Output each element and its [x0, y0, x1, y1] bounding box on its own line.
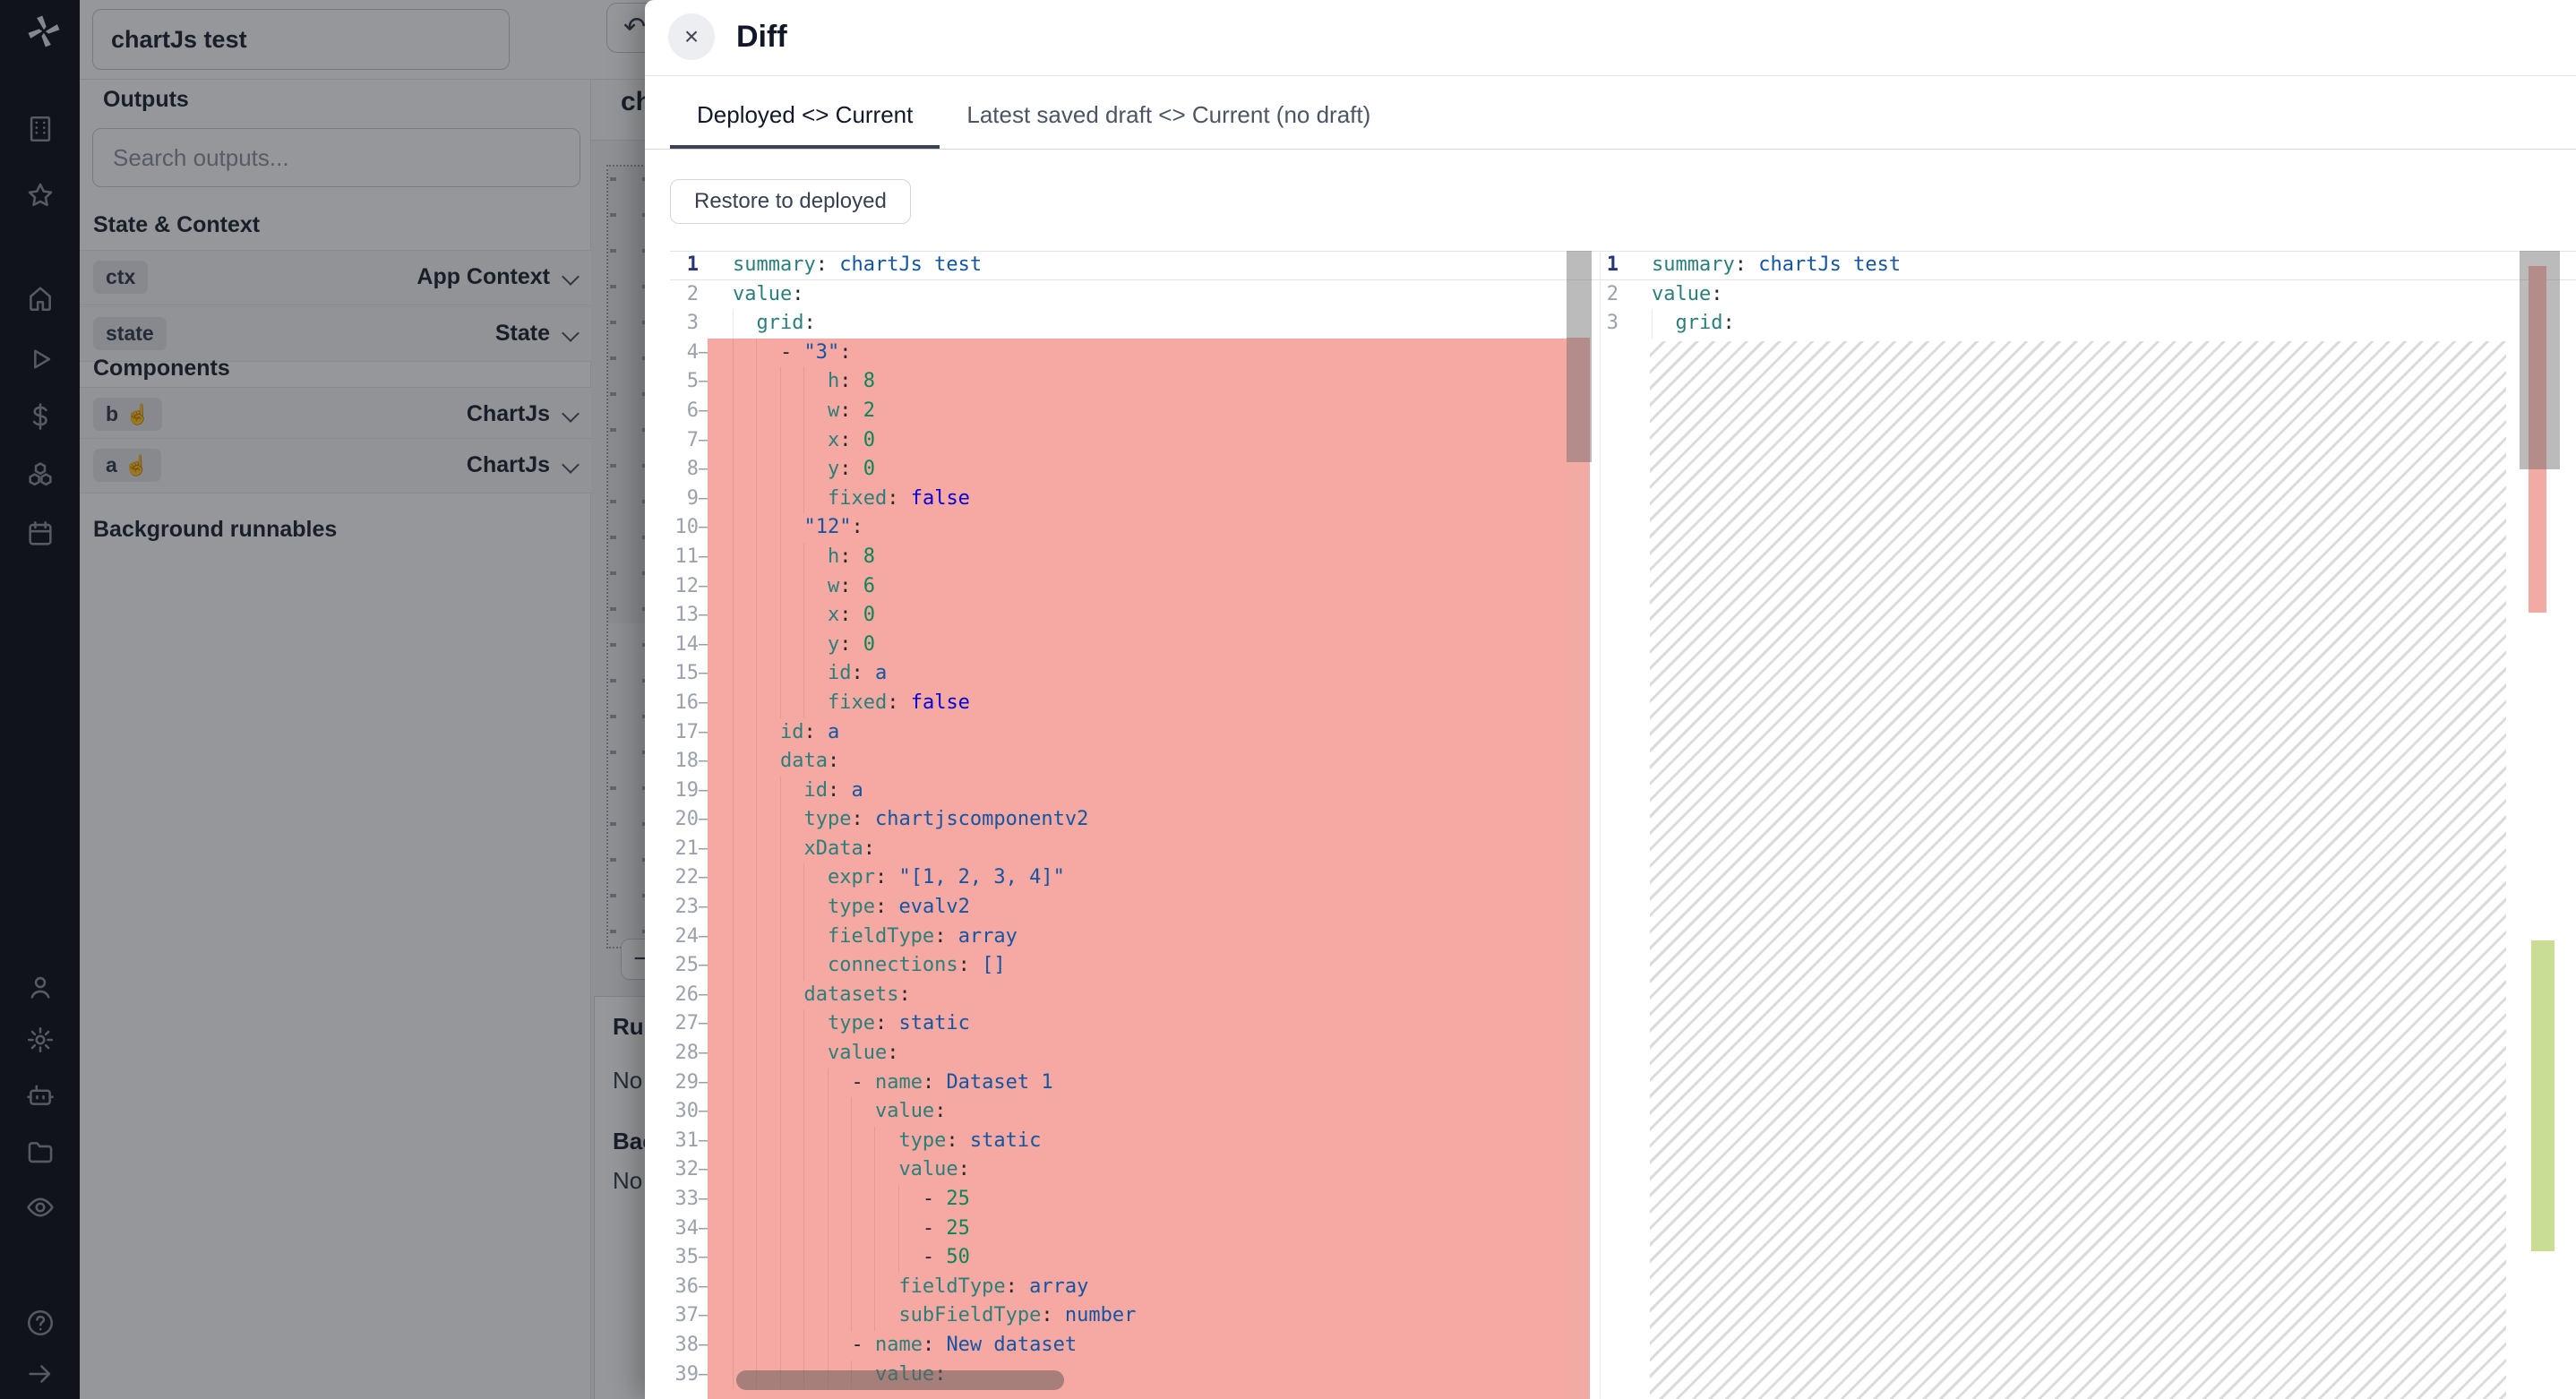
- code-line: 22– expr: "[1, 2, 3, 4]": [670, 863, 1600, 893]
- code-line: 33– - 25: [670, 1185, 1600, 1214]
- line-number-gutter: 6–: [670, 397, 708, 426]
- code-line: 10– "12":: [670, 513, 1600, 543]
- line-number-gutter: 5–: [670, 367, 708, 397]
- line-number-gutter: 21–: [670, 835, 708, 864]
- line-number-gutter: 38–: [670, 1331, 708, 1360]
- code-line: 12– w: 6: [670, 572, 1600, 602]
- code-line: 27– type: static: [670, 1009, 1600, 1039]
- restore-to-deployed-button[interactable]: Restore to deployed: [670, 179, 911, 224]
- removed-lines-placeholder: [1650, 341, 2506, 1399]
- code-line: 28– value:: [670, 1039, 1600, 1069]
- line-number-gutter: 18–: [670, 747, 708, 777]
- line-number-gutter: 19–: [670, 777, 708, 806]
- line-number-gutter: 33–: [670, 1185, 708, 1214]
- line-number-gutter: 3: [1601, 309, 1619, 339]
- line-number-gutter: 3: [670, 309, 708, 339]
- overview-ruler-added: [2531, 940, 2555, 1251]
- code-line: 3 grid:: [670, 309, 1600, 339]
- line-number-gutter: 11–: [670, 543, 708, 572]
- diff-tabs: Deployed <> CurrentLatest saved draft <>…: [645, 76, 2576, 150]
- code-line: 38– - name: New dataset: [670, 1331, 1600, 1360]
- line-number-gutter: 4–: [670, 339, 708, 368]
- code-line: 15– id: a: [670, 659, 1600, 689]
- line-number-gutter: 13–: [670, 601, 708, 631]
- tab-draft-current[interactable]: Latest saved draft <> Current (no draft): [940, 101, 1397, 149]
- code-line: 4– - "3":: [670, 339, 1600, 368]
- right-scrollbar-thumb[interactable]: [2520, 251, 2560, 469]
- line-number-gutter: 7–: [670, 426, 708, 456]
- code-line: 31– type: static: [670, 1127, 1600, 1156]
- code-line: 8– y: 0: [670, 455, 1600, 485]
- line-number-gutter: 15–: [670, 659, 708, 689]
- line-number-gutter: 22–: [670, 863, 708, 893]
- line-number-gutter: 2: [1601, 280, 1619, 310]
- line-number-gutter: 23–: [670, 893, 708, 923]
- code-line: 34– - 25: [670, 1214, 1600, 1244]
- line-number-gutter: 12–: [670, 572, 708, 602]
- line-number-gutter: 20–: [670, 805, 708, 835]
- code-line: 14– y: 0: [670, 631, 1600, 660]
- line-number-gutter: 8–: [670, 455, 708, 485]
- line-number-gutter: 29–: [670, 1069, 708, 1098]
- line-number-gutter: 31–: [670, 1127, 708, 1156]
- line-number-gutter: 30–: [670, 1097, 708, 1127]
- code-line: 25– connections: []: [670, 951, 1600, 981]
- close-icon[interactable]: ×: [668, 13, 715, 60]
- code-line: 30– value:: [670, 1097, 1600, 1127]
- line-number-gutter: 37–: [670, 1301, 708, 1331]
- code-line: 23– type: evalv2: [670, 893, 1600, 923]
- modal-title: Diff: [736, 20, 787, 55]
- code-line: 13– x: 0: [670, 601, 1600, 631]
- code-line: 6– w: 2: [670, 397, 1600, 426]
- line-number-gutter: 26–: [670, 981, 708, 1010]
- code-line: 2value:: [670, 280, 1600, 310]
- diff-modal: × Diff Deployed <> CurrentLatest saved d…: [645, 0, 2576, 1399]
- code-line: 1summary: chartJs test: [670, 251, 1600, 280]
- line-number-gutter: 39–: [670, 1360, 708, 1390]
- left-horizontal-scrollbar[interactable]: [736, 1370, 1064, 1390]
- code-line: 11– h: 8: [670, 543, 1600, 572]
- code-line: 17– id: a: [670, 718, 1600, 748]
- line-number-gutter: 25–: [670, 951, 708, 981]
- line-number-gutter: 24–: [670, 923, 708, 952]
- line-number-gutter: 32–: [670, 1155, 708, 1185]
- left-scrollbar-thumb[interactable]: [1567, 251, 1592, 462]
- overview-ruler-deleted: [1567, 338, 1590, 1399]
- diff-pane-deployed: 1summary: chartJs test2value:3 grid:4– -…: [670, 251, 1600, 1399]
- tab-deployed-current[interactable]: Deployed <> Current: [670, 101, 940, 149]
- line-number-gutter: 2: [670, 280, 708, 310]
- code-line: 32– value:: [670, 1155, 1600, 1185]
- code-line: 16– fixed: false: [670, 689, 1600, 718]
- code-line: 1summary: chartJs test: [1601, 251, 2576, 280]
- line-number-gutter: 1: [1601, 251, 1619, 280]
- code-line: 2value:: [1601, 280, 2576, 310]
- code-line: 19– id: a: [670, 777, 1600, 806]
- line-number-gutter: 27–: [670, 1009, 708, 1039]
- code-line: 24– fieldType: array: [670, 923, 1600, 952]
- line-number-gutter: 16–: [670, 689, 708, 718]
- code-line: 21– xData:: [670, 835, 1600, 864]
- line-number-gutter: 28–: [670, 1039, 708, 1069]
- code-line: 35– - 50: [670, 1243, 1600, 1273]
- line-number-gutter: 1: [670, 251, 708, 280]
- line-number-gutter: 14–: [670, 631, 708, 660]
- line-number-gutter: 9–: [670, 485, 708, 514]
- diff-pane-current: 1summary: chartJs test2value:3 grid:: [1600, 251, 2576, 1399]
- code-line: 36– fieldType: array: [670, 1273, 1600, 1302]
- code-line: 5– h: 8: [670, 367, 1600, 397]
- diff-editor: 1summary: chartJs test2value:3 grid:4– -…: [670, 251, 2576, 1399]
- code-line: 3 grid:: [1601, 309, 2576, 339]
- line-number-gutter: 10–: [670, 513, 708, 543]
- line-number-gutter: 36–: [670, 1273, 708, 1302]
- line-number-gutter: 34–: [670, 1214, 708, 1244]
- code-line: 18– data:: [670, 747, 1600, 777]
- line-number-gutter: 35–: [670, 1243, 708, 1273]
- code-line: 20– type: chartjscomponentv2: [670, 805, 1600, 835]
- code-line: 26– datasets:: [670, 981, 1600, 1010]
- code-line: 37– subFieldType: number: [670, 1301, 1600, 1331]
- code-line: 9– fixed: false: [670, 485, 1600, 514]
- line-number-gutter: 17–: [670, 718, 708, 748]
- code-line: 7– x: 0: [670, 426, 1600, 456]
- code-line: 29– - name: Dataset 1: [670, 1069, 1600, 1098]
